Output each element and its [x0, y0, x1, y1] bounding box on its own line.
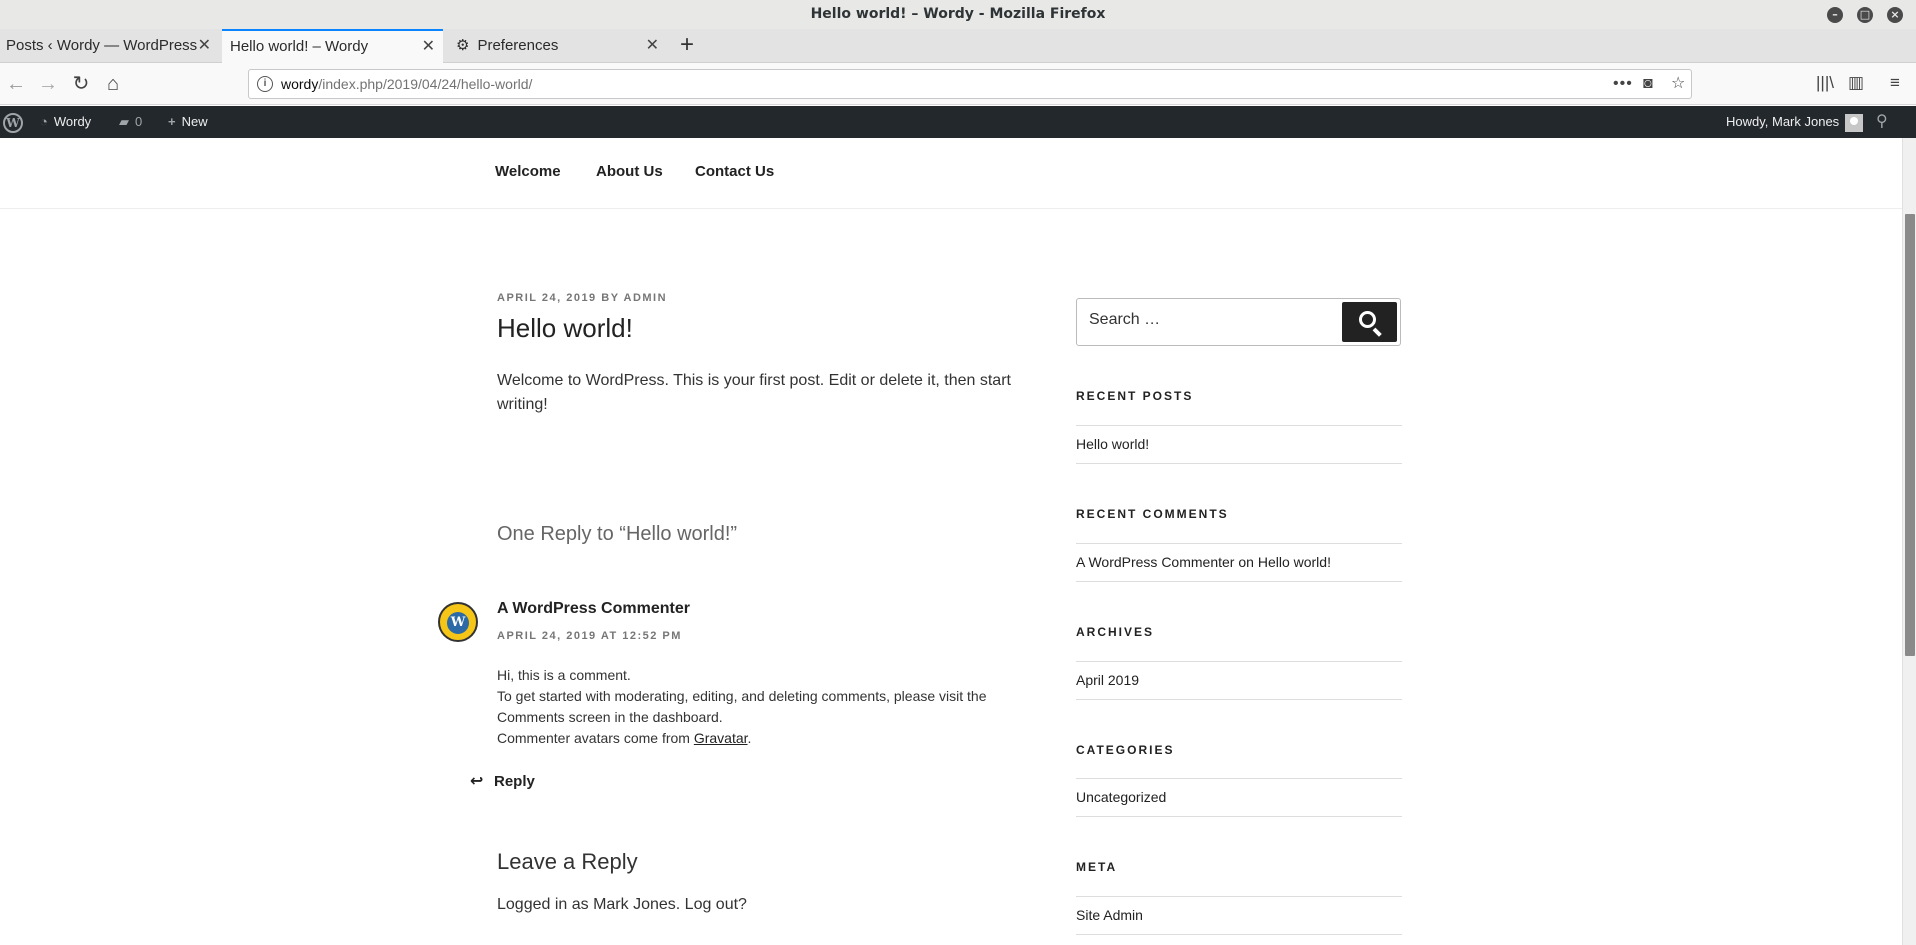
search-input[interactable]	[1089, 311, 1329, 329]
site-navigation: Welcome About Us Contact Us	[0, 138, 1902, 209]
site-admin-link[interactable]: Site Admin	[1076, 907, 1143, 923]
new-content-link[interactable]: + New	[168, 106, 208, 138]
recent-comments-list: A WordPress Commenter on Hello world!	[1076, 543, 1402, 582]
comment-icon: ▰	[119, 114, 129, 129]
back-icon[interactable]: ←	[3, 71, 29, 97]
window-title: Hello world! – Wordy - Mozilla Firefox	[810, 6, 1106, 22]
close-window-icon[interactable]: ×	[1887, 7, 1903, 23]
page-actions-icon[interactable]: •••	[1613, 70, 1633, 98]
widget-title-meta: Meta	[1076, 860, 1118, 874]
post-meta: April 24, 2019 by admin	[497, 292, 667, 304]
comments-heading: One Reply to “Hello world!”	[497, 523, 738, 545]
window-titlebar: Hello world! – Wordy - Mozilla Firefox –…	[0, 0, 1916, 29]
sidebar-icon[interactable]: ▥	[1848, 73, 1864, 93]
dashboard-icon: ◔	[40, 114, 48, 129]
tab-preferences[interactable]: ⚙ Preferences ✕	[446, 29, 667, 63]
widget-title-categories: Categories	[1076, 743, 1175, 757]
pocket-icon[interactable]: ◙	[1643, 70, 1653, 98]
post-author[interactable]: admin	[624, 292, 668, 304]
tab-label: Posts ‹ Wordy — WordPress	[6, 37, 198, 54]
nav-item-welcome[interactable]: Welcome	[495, 163, 561, 180]
reply-arrow-icon: ↩	[470, 773, 484, 790]
recent-post-link[interactable]: Hello world!	[1076, 436, 1149, 452]
comment-author[interactable]: A WordPress Commenter	[497, 600, 690, 618]
wp-admin-bar: W ◔ Wordy ▰ 0 + New Howdy, Mark Jones ⚲	[0, 106, 1916, 138]
menu-icon[interactable]: ≡	[1890, 73, 1900, 93]
search-form	[1076, 298, 1401, 346]
comment-line: Hi, this is a comment.	[497, 667, 631, 683]
info-icon[interactable]: i	[257, 76, 273, 92]
minimize-icon[interactable]: –	[1827, 7, 1843, 23]
comment-text: Hi, this is a comment. To get started wi…	[497, 665, 1017, 749]
tab-hello-world[interactable]: Hello world! – Wordy ✕	[222, 29, 443, 64]
forward-icon[interactable]: →	[35, 71, 61, 97]
widget-title-archives: Archives	[1076, 625, 1155, 639]
page-scrollbar[interactable]	[1902, 138, 1916, 945]
wordpress-logo-icon[interactable]: W	[3, 106, 23, 138]
post-date[interactable]: April 24, 2019	[497, 292, 597, 304]
maximize-icon[interactable]: □	[1857, 7, 1873, 23]
leave-reply-heading: Leave a Reply	[497, 849, 638, 874]
recent-comment-post-link[interactable]: Hello world!	[1258, 554, 1331, 570]
close-tab-icon[interactable]: ✕	[422, 31, 435, 62]
plus-icon: +	[168, 114, 176, 129]
tab-posts[interactable]: Posts ‹ Wordy — WordPress ✕	[0, 29, 219, 63]
url-text: wordy/index.php/2019/04/24/hello-world/	[281, 76, 533, 92]
tab-strip: Posts ‹ Wordy — WordPress ✕ Hello world!…	[0, 29, 1916, 64]
scrollbar-thumb[interactable]	[1905, 214, 1915, 656]
widget-title-recent-comments: Recent Comments	[1076, 507, 1229, 521]
meta-list: Site Admin	[1076, 896, 1402, 935]
nav-item-about-us[interactable]: About Us	[596, 163, 663, 180]
library-icon[interactable]: |||\	[1816, 73, 1834, 93]
logged-in-as[interactable]: Logged in as Mark Jones. Log out?	[497, 896, 747, 914]
post-body: Welcome to WordPress. This is your first…	[497, 372, 1011, 413]
my-account-link[interactable]: Howdy, Mark Jones	[1726, 106, 1864, 138]
nav-item-contact-us[interactable]: Contact Us	[695, 163, 774, 180]
archives-list: April 2019	[1076, 661, 1402, 700]
archive-link[interactable]: April 2019	[1076, 672, 1139, 688]
tab-label: Hello world! – Wordy	[230, 38, 369, 55]
comment-line: Commenter avatars come from Gravatar.	[497, 730, 752, 746]
bookmark-star-icon[interactable]: ☆	[1671, 70, 1685, 98]
reply-link[interactable]: ↩ Reply	[470, 771, 535, 791]
widget-title-recent-posts: Recent Posts	[1076, 389, 1194, 403]
categories-list: Uncategorized	[1076, 778, 1402, 817]
search-icon	[1359, 311, 1376, 328]
navigation-toolbar: ← → ↻ ⌂ i wordy/index.php/2019/04/24/hel…	[0, 63, 1916, 105]
post-title: Hello world!	[497, 313, 633, 343]
new-tab-button[interactable]: +	[675, 29, 699, 63]
close-tab-icon[interactable]: ✕	[198, 29, 211, 63]
search-icon[interactable]: ⚲	[1876, 106, 1888, 138]
comments-link[interactable]: ▰ 0	[119, 106, 142, 138]
gravatar-link[interactable]: Gravatar	[694, 730, 748, 746]
recent-posts-list: Hello world!	[1076, 425, 1402, 464]
recent-comment-on: on	[1238, 554, 1254, 570]
comment-line: To get started with moderating, editing,…	[497, 688, 987, 725]
tab-label: Preferences	[477, 37, 559, 54]
category-link[interactable]: Uncategorized	[1076, 789, 1166, 805]
search-button[interactable]	[1342, 302, 1397, 342]
post-by: by	[601, 292, 620, 304]
close-tab-icon[interactable]: ✕	[646, 29, 659, 63]
url-bar[interactable]: i wordy/index.php/2019/04/24/hello-world…	[248, 69, 1692, 99]
site-name-link[interactable]: ◔ Wordy	[40, 106, 91, 138]
recent-comment-author-link[interactable]: A WordPress Commenter	[1076, 554, 1234, 570]
avatar	[1845, 113, 1864, 132]
reload-icon[interactable]: ↻	[68, 71, 94, 97]
home-icon[interactable]: ⌂	[100, 71, 126, 97]
gear-icon: ⚙	[456, 37, 470, 54]
commenter-avatar	[438, 602, 478, 642]
comment-date[interactable]: April 24, 2019 at 12:52 pm	[497, 630, 682, 642]
